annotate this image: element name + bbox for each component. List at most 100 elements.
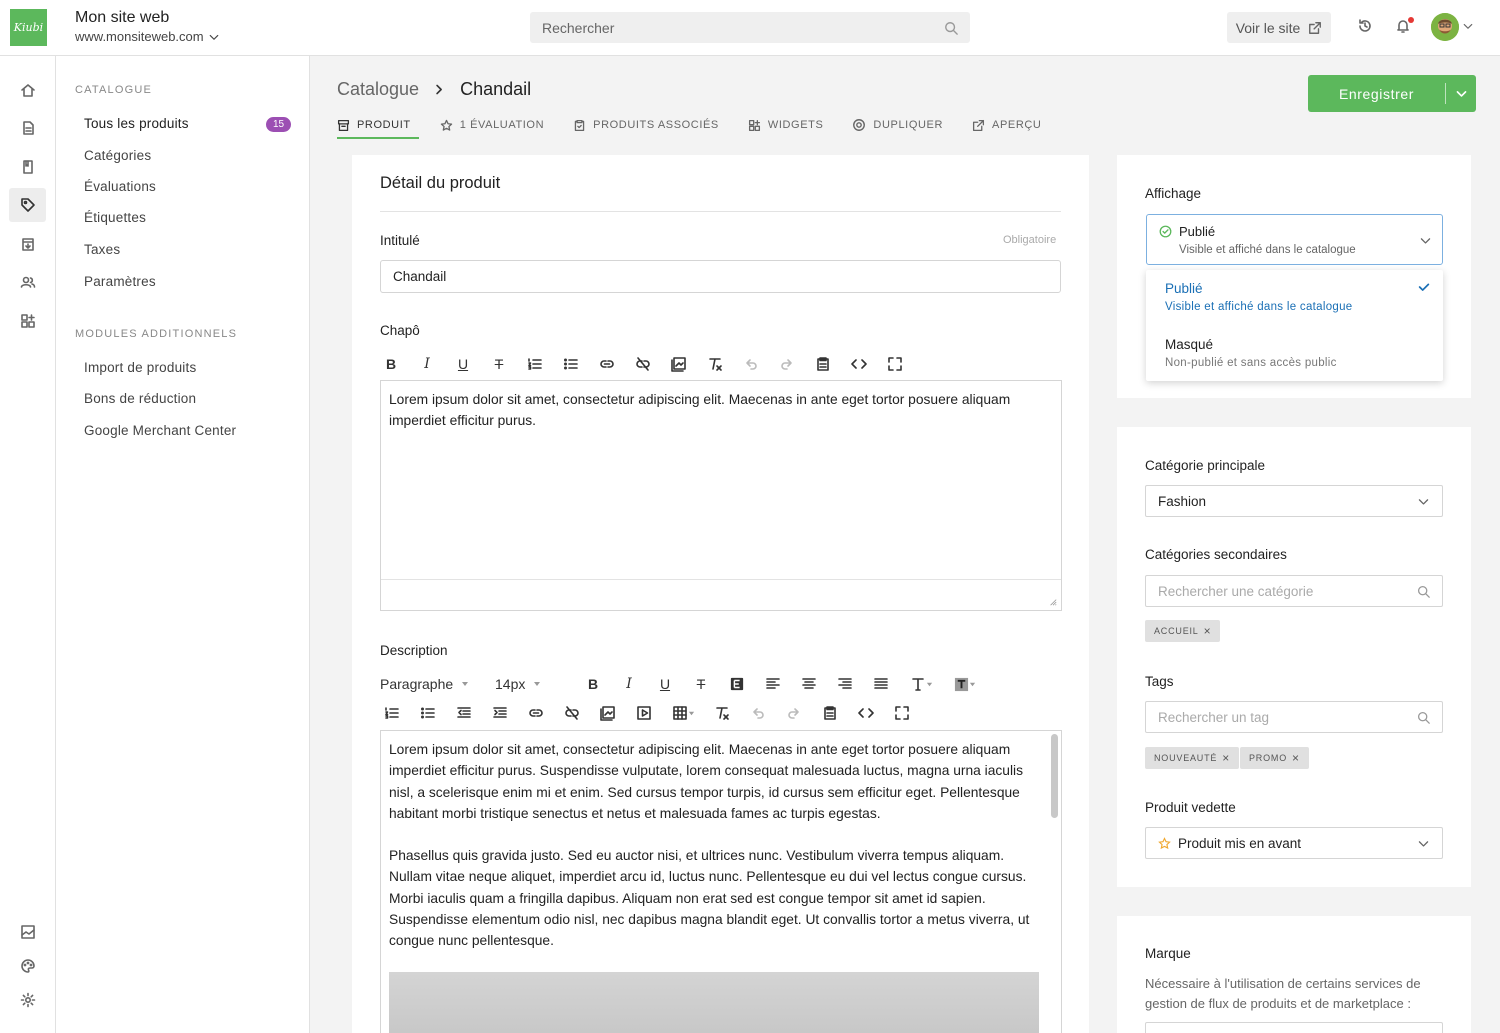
bullet-list-icon (420, 707, 435, 719)
resize-handle-icon[interactable] (1049, 598, 1057, 606)
site-url-switcher[interactable]: www.monsiteweb.com (75, 29, 220, 44)
visibility-option-hidden[interactable]: Masqué Non-publié et sans accès public (1146, 326, 1443, 381)
chevron-down-icon[interactable] (1462, 20, 1474, 32)
history-icon[interactable] (1357, 18, 1373, 34)
text-color-button[interactable] (719, 672, 755, 696)
font-size-select[interactable]: 14px (495, 676, 575, 692)
subnav-item-settings[interactable]: Paramètres (84, 274, 156, 289)
rail-media[interactable] (9, 915, 46, 949)
indent-button[interactable] (482, 701, 518, 725)
link-button[interactable] (518, 701, 554, 725)
align-right-button[interactable] (827, 672, 863, 696)
remove-chip-icon[interactable]: × (1292, 751, 1300, 765)
paste-button[interactable] (805, 352, 841, 376)
rail-catalog[interactable] (9, 188, 46, 222)
subnav-item-taxes[interactable]: Taxes (84, 242, 120, 257)
tab-product[interactable]: PRODUIT (337, 112, 419, 139)
fullscreen-button[interactable] (884, 701, 920, 725)
align-center-button[interactable] (791, 672, 827, 696)
insert-image-button[interactable] (661, 352, 697, 376)
tab-related-products[interactable]: PRODUITS ASSOCIÉS (573, 112, 719, 138)
brand-input[interactable] (1145, 1022, 1443, 1033)
rail-theme[interactable] (9, 949, 46, 983)
rail-dashboard[interactable] (9, 73, 46, 107)
font-style-button[interactable] (899, 672, 943, 696)
bullet-list-button[interactable] (553, 352, 589, 376)
undo-button[interactable] (740, 701, 776, 725)
remove-chip-icon[interactable]: × (1204, 624, 1212, 638)
undo-button[interactable] (733, 352, 769, 376)
unlink-button[interactable] (625, 352, 661, 376)
strikethrough-button[interactable]: T (683, 672, 719, 696)
ordered-list-button[interactable] (517, 352, 553, 376)
code-view-button[interactable] (848, 701, 884, 725)
tab-duplicate[interactable]: DUPLIQUER (852, 112, 943, 138)
caret-down-icon (969, 682, 976, 686)
rail-settings[interactable] (9, 983, 46, 1017)
view-site-button[interactable]: Voir le site (1227, 12, 1331, 43)
underline-button[interactable]: U (445, 352, 481, 376)
featured-select[interactable]: Produit mis en avant (1145, 827, 1443, 859)
insert-image-button[interactable] (590, 701, 626, 725)
outdent-button[interactable] (446, 701, 482, 725)
subnav-item-coupons[interactable]: Bons de réduction (84, 391, 196, 406)
align-justify-button[interactable] (863, 672, 899, 696)
subnav-item-categories[interactable]: Catégories (84, 148, 151, 163)
unlink-button[interactable] (554, 701, 590, 725)
align-left-button[interactable] (755, 672, 791, 696)
subnav-item-reviews[interactable]: Évaluations (84, 179, 156, 194)
redo-button[interactable] (776, 701, 812, 725)
visibility-option-published[interactable]: Publié Visible et affiché dans le catalo… (1146, 270, 1443, 326)
visibility-select[interactable]: Publié Visible et affiché dans le catalo… (1146, 214, 1443, 265)
bold-button[interactable]: B (575, 672, 611, 696)
rail-blog[interactable] (9, 150, 46, 184)
underline-button[interactable]: U (647, 672, 683, 696)
rail-pages[interactable] (9, 111, 46, 145)
tag-search[interactable]: Rechercher un tag (1145, 701, 1443, 733)
bold-button[interactable]: B (373, 352, 409, 376)
main-category-select[interactable]: Fashion (1145, 485, 1443, 517)
global-search-input[interactable]: Rechercher (530, 12, 970, 43)
breadcrumb-catalog[interactable]: Catalogue (337, 79, 419, 100)
rail-modules[interactable] (9, 304, 46, 338)
fullscreen-button[interactable] (877, 352, 913, 376)
subnav-item-google-merchant[interactable]: Google Merchant Center (84, 423, 236, 438)
code-view-button[interactable] (841, 352, 877, 376)
subnav-item-import[interactable]: Import de produits (84, 360, 196, 375)
rail-orders[interactable] (9, 227, 46, 261)
insert-video-button[interactable] (626, 701, 662, 725)
italic-button[interactable]: I (409, 352, 445, 376)
redo-button[interactable] (769, 352, 805, 376)
paste-button[interactable] (812, 701, 848, 725)
clear-format-button[interactable] (697, 352, 733, 376)
italic-button[interactable]: I (611, 672, 647, 696)
ordered-list-button[interactable] (374, 701, 410, 725)
tab-widgets[interactable]: WIDGETS (748, 112, 824, 138)
kiubi-logo[interactable]: Kiubi (10, 9, 47, 46)
remove-chip-icon[interactable]: × (1222, 751, 1230, 765)
clear-format-button[interactable] (704, 701, 740, 725)
description-editor[interactable]: Lorem ipsum dolor sit amet, consectetur … (380, 730, 1062, 1033)
chevron-right-icon (436, 84, 443, 95)
rail-customers[interactable] (9, 265, 46, 299)
code-icon (858, 708, 874, 718)
save-button[interactable]: Enregistrer (1308, 86, 1445, 102)
tab-reviews[interactable]: 1 ÉVALUATION (440, 112, 544, 138)
chevron-down-icon (1456, 91, 1466, 97)
title-input[interactable]: Chandail (380, 260, 1061, 293)
chapo-editor[interactable]: Lorem ipsum dolor sit amet, consectetur … (380, 380, 1062, 611)
paragraph-format-select[interactable]: Paragraphe (380, 676, 492, 692)
link-button[interactable] (589, 352, 625, 376)
background-color-button[interactable] (943, 672, 987, 696)
save-options-button[interactable] (1446, 87, 1476, 100)
avatar[interactable] (1431, 13, 1459, 41)
strikethrough-button[interactable]: T (481, 352, 517, 376)
subnav-item-all-products[interactable]: Tous les produits (84, 116, 189, 131)
secondary-category-search[interactable]: Rechercher une catégorie (1145, 575, 1443, 607)
subnav-item-labels[interactable]: Étiquettes (84, 210, 146, 225)
editor-scrollbar[interactable] (1051, 734, 1058, 818)
box-icon (21, 238, 34, 251)
tab-preview[interactable]: APERÇU (972, 112, 1041, 138)
bullet-list-button[interactable] (410, 701, 446, 725)
insert-table-button[interactable] (662, 701, 704, 725)
